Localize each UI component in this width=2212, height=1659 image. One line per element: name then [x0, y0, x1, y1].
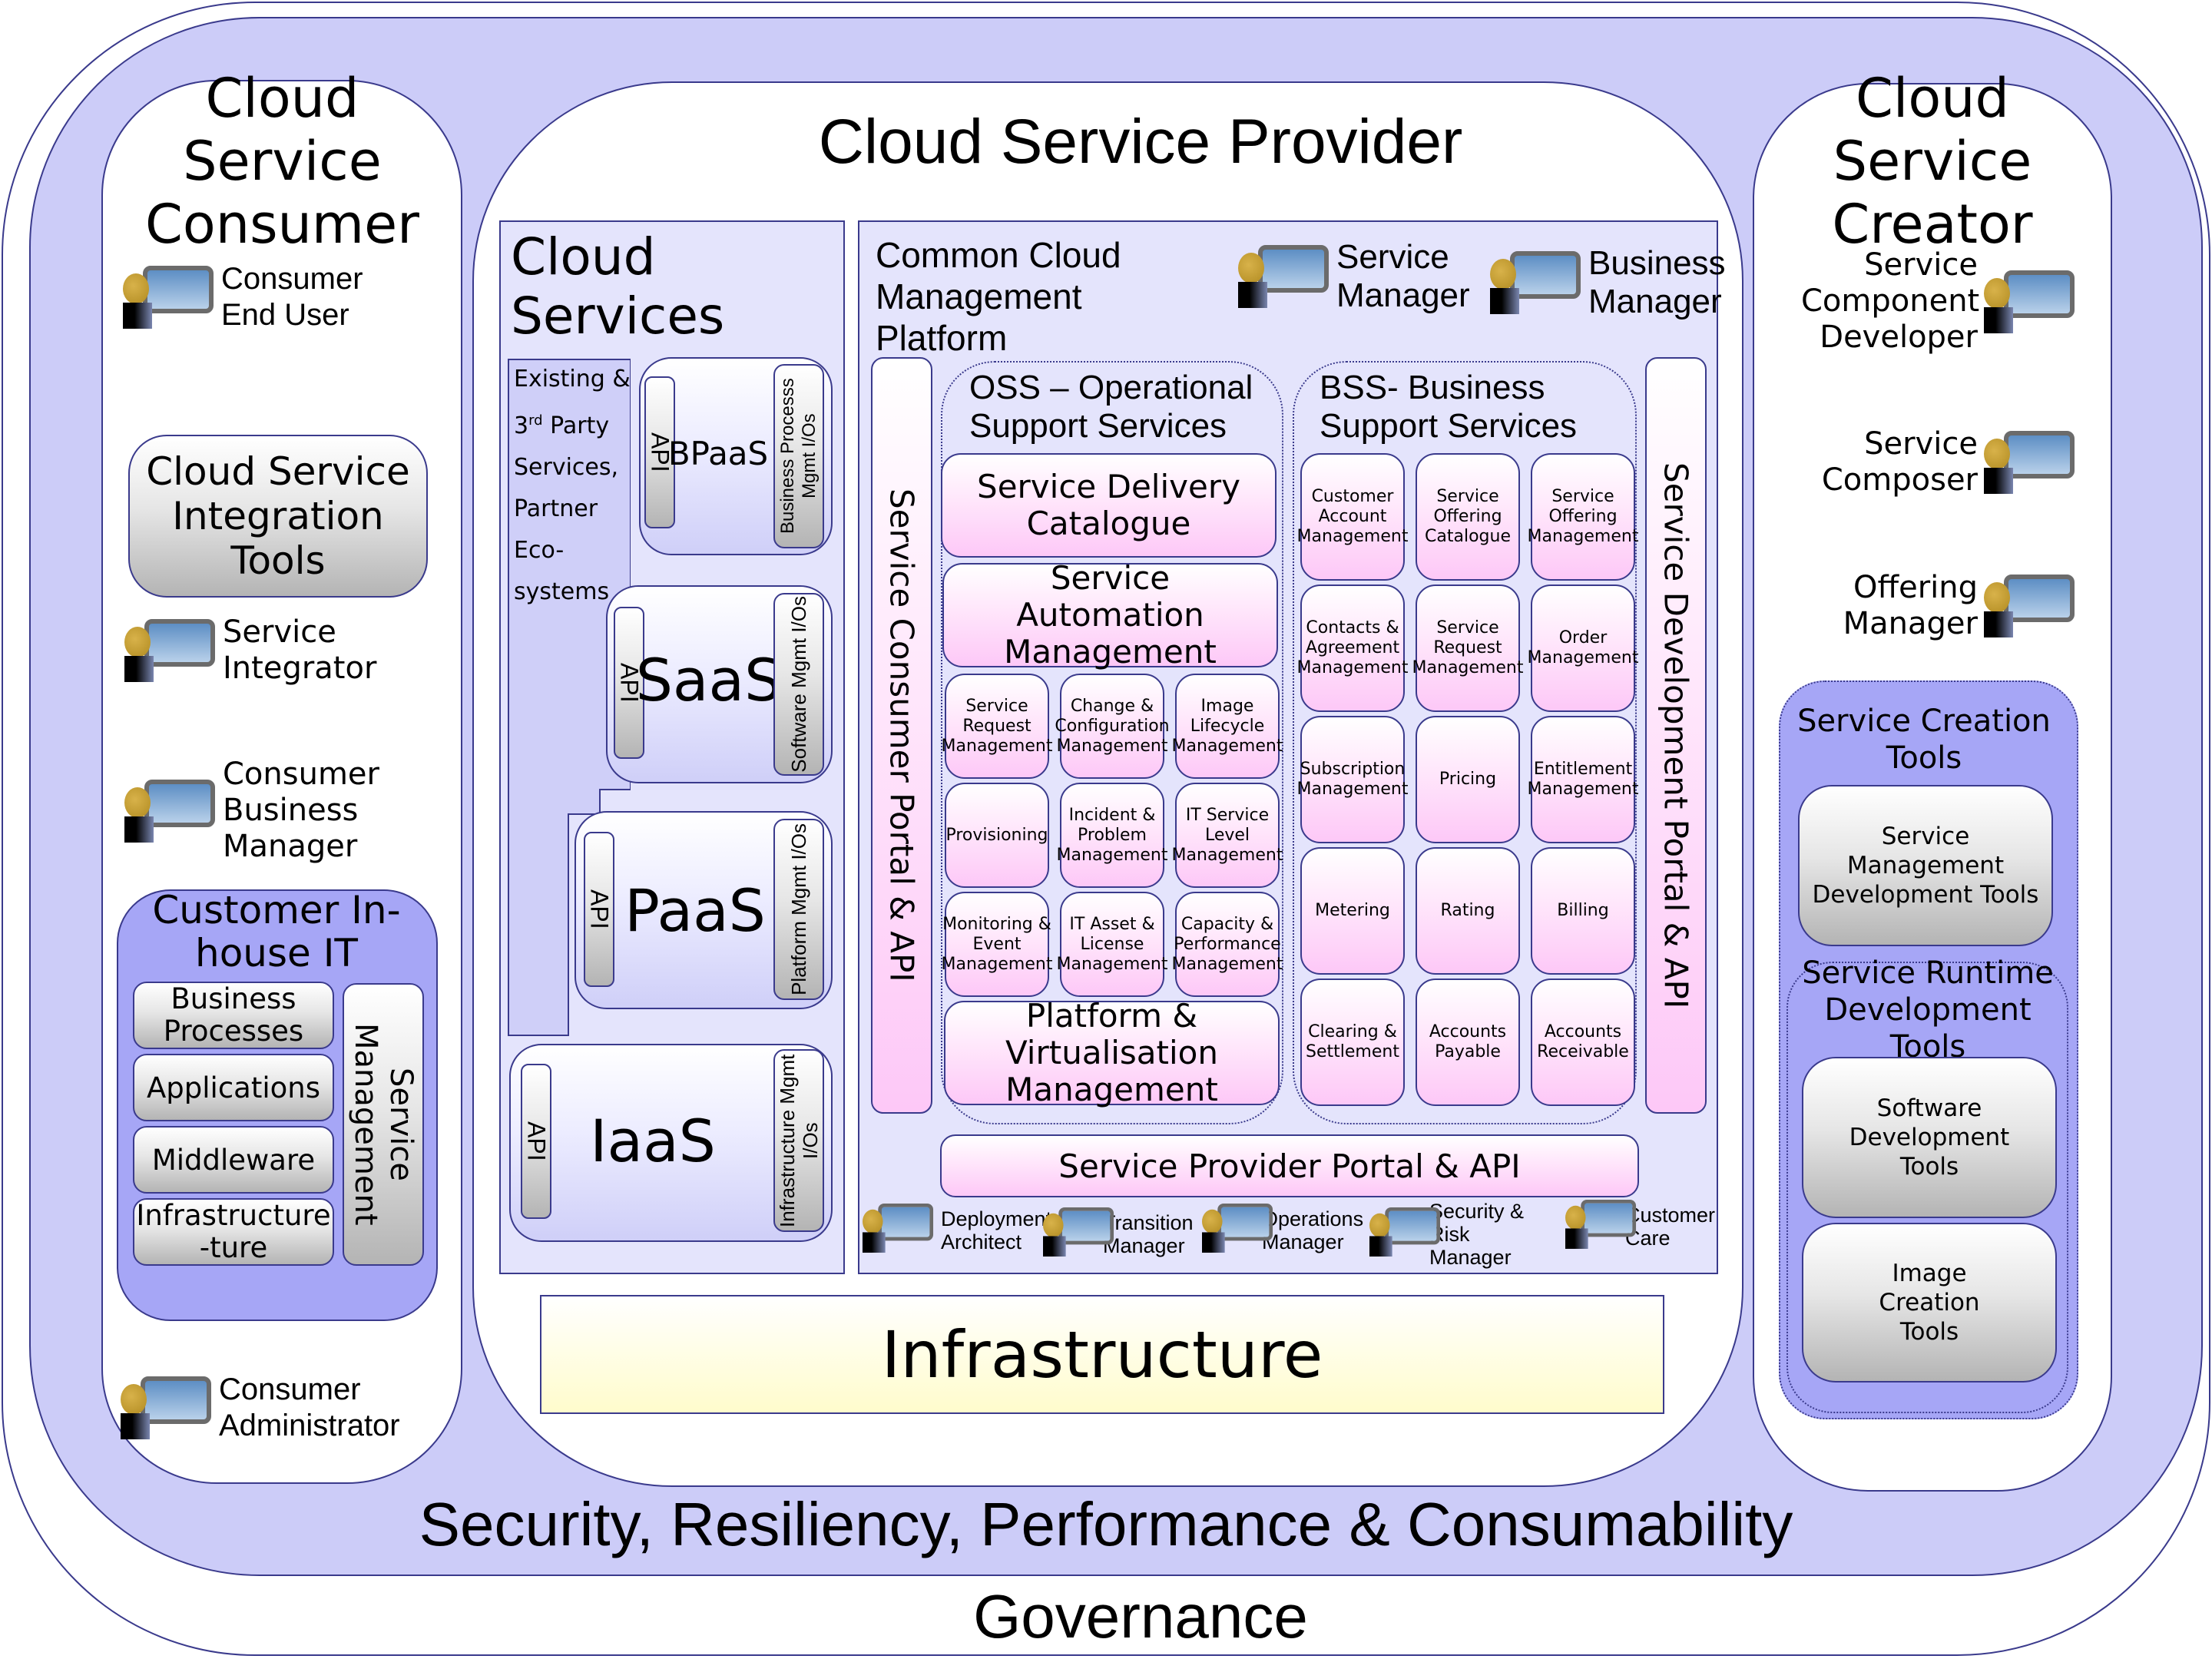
iaas-label: IaaS: [590, 1106, 716, 1175]
image-creation-tools: Image Creation Tools: [1802, 1223, 2057, 1382]
oss-module-capacity-performance-management: Capacity & Performance Management: [1172, 892, 1283, 997]
actor-service-composer: Service Composer: [1801, 426, 2076, 498]
governance-label: Governance: [973, 1582, 1308, 1651]
cloud-services-title: Cloud Services: [511, 227, 725, 346]
person-computer-icon: [1490, 251, 1582, 314]
person-computer-icon: [1369, 1207, 1441, 1257]
consumer-title: Cloud Service Consumer: [145, 67, 419, 256]
oss-service-delivery-catalogue: Service Delivery Catalogue: [941, 453, 1277, 558]
layer-middleware: Middleware: [133, 1126, 334, 1194]
paas-api: API: [584, 832, 614, 987]
oss-module-it-asset-license-management: IT Asset & License Management: [1057, 892, 1167, 997]
service-development-portal: Service Development Portal & API: [1645, 357, 1707, 1114]
actor-service-manager: Service Manager: [1238, 238, 1470, 315]
oss-module-change-configuration-management: Change & Configuration Management: [1055, 674, 1170, 779]
person-computer-icon: [1202, 1204, 1273, 1253]
person-computer-icon: [1238, 245, 1330, 308]
layer-infrastructure: Infrastructure -ture: [133, 1198, 334, 1266]
actor-operations-manager: Operations Manager: [1202, 1204, 1363, 1257]
oss-module-provisioning: Provisioning: [945, 783, 1049, 888]
person-computer-icon: [124, 779, 217, 843]
bss-module-subscription-management: Subscription Management: [1297, 716, 1408, 843]
actor-business-manager: Business Manager: [1490, 244, 1726, 321]
oss-service-automation: Service Automation Management: [942, 560, 1278, 671]
bss-module-accounts-receivable: Accounts Receivable: [1531, 979, 1635, 1106]
bss-module-pricing: Pricing: [1416, 716, 1520, 843]
creation-tools-title: Service Creation Tools: [1797, 703, 2051, 776]
creator-title: Cloud Service Creator: [1832, 67, 2033, 256]
paas-mgmt: Platform Mgmt I/Os: [773, 819, 824, 1000]
person-computer-icon: [124, 619, 217, 682]
iaas-api: API: [521, 1064, 551, 1219]
person-computer-icon: [1565, 1200, 1637, 1249]
layer-applications: Applications: [133, 1054, 334, 1121]
bss-module-service-offering-catalogue: Service Offering Catalogue: [1416, 453, 1520, 581]
person-computer-icon: [863, 1204, 934, 1253]
bss-module-billing: Billing: [1531, 847, 1635, 975]
oss-title: OSS – Operational Support Services: [969, 369, 1253, 445]
person-computer-icon: [1984, 270, 2076, 333]
service-mgmt-dev-tools: Service Management Development Tools: [1798, 785, 2053, 946]
runtime-tools-title: Service Runtime Development Tools: [1802, 955, 2054, 1065]
cross-cutting-label: Security, Resiliency, Performance & Cons…: [419, 1490, 1793, 1558]
person-computer-icon: [1043, 1207, 1114, 1257]
actor-consumer-administrator: Consumer Administrator: [121, 1372, 419, 1444]
bpaas-label: BPaaS: [667, 434, 769, 472]
saas-mgmt: Software Mgmt I/Os: [773, 593, 824, 776]
bss-module-clearing-settlement: Clearing & Settlement: [1300, 979, 1405, 1106]
bss-module-contacts-agreement-management: Contacts & Agreement Management: [1297, 584, 1408, 712]
actor-consumer-end-user: Consumer End User: [123, 261, 375, 333]
bss-module-service-request-management: Service Request Management: [1412, 584, 1523, 712]
inhouse-it-title: Customer In-house IT: [152, 887, 401, 975]
oss-platform-virtualisation: Platform & Virtualisation Management: [944, 998, 1280, 1108]
bpaas-mgmt: Business Processs Mgmt I/Os: [773, 364, 824, 548]
paas-label: PaaS: [624, 876, 766, 945]
actor-security-risk-manager: Security & Risk Manager: [1369, 1200, 1545, 1269]
infrastructure-box: Infrastructure: [540, 1295, 1664, 1414]
actor-consumer-business-manager: Consumer Business Manager: [124, 757, 379, 865]
actor-transition-manager: Transition Manager: [1043, 1207, 1195, 1261]
person-computer-icon: [123, 266, 215, 329]
actor-offering-manager: Offering Manager: [1801, 570, 2076, 642]
bss-module-metering: Metering: [1300, 847, 1405, 975]
bss-module-service-offering-management: Service Offering Management: [1528, 453, 1638, 581]
actor-service-integrator: Service Integrator: [124, 614, 376, 687]
actor-deployment-architect: Deployment Architect: [863, 1204, 1051, 1257]
oss-module-it-service-level-management: IT Service Level Management: [1172, 783, 1283, 888]
bss-module-order-management: Order Management: [1528, 584, 1638, 712]
ccmp-title: Common Cloud Management Platform: [876, 235, 1121, 358]
software-dev-tools: Software Development Tools: [1802, 1057, 2057, 1218]
actor-customer-care: Customer Care: [1565, 1200, 1715, 1253]
oss-module-monitoring-event-management: Monitoring & Event Management: [942, 892, 1052, 997]
bss-module-accounts-payable: Accounts Payable: [1416, 979, 1520, 1106]
person-computer-icon: [121, 1376, 213, 1439]
iaas-mgmt: Infrastructure Mgmt I/Os: [773, 1049, 824, 1232]
integration-tools-box: Cloud Service Integration Tools: [128, 435, 428, 598]
oss-module-image-lifecycle-management: Image Lifecycle Management: [1172, 674, 1283, 779]
existing-services-label: Existing & 3rd Party Services, Partner E…: [514, 366, 631, 605]
person-computer-icon: [1984, 575, 2076, 637]
bss-title: BSS- Business Support Services: [1320, 369, 1578, 445]
saas-label: SaaS: [635, 645, 782, 714]
inhouse-service-management: Service Management: [343, 983, 424, 1266]
oss-module-incident-problem-management: Incident & Problem Management: [1057, 783, 1167, 888]
service-provider-portal: Service Provider Portal & API: [940, 1134, 1639, 1197]
service-consumer-portal: Service Consumer Portal & API: [871, 357, 932, 1114]
actor-service-component-developer: Service Component Developer: [1801, 247, 2076, 356]
provider-title: Cloud Service Provider: [818, 107, 1463, 177]
person-computer-icon: [1984, 431, 2076, 494]
oss-module-service-request-management: Service Request Management: [942, 674, 1052, 779]
bss-module-rating: Rating: [1416, 847, 1520, 975]
bss-module-customer-account-management: Customer Account Management: [1297, 453, 1408, 581]
inhouse-service-management-label: Service Management: [348, 1023, 419, 1226]
layer-business-processes: Business Processes: [133, 982, 334, 1049]
bss-module-entitlement-management: Entitlement Management: [1528, 716, 1638, 843]
